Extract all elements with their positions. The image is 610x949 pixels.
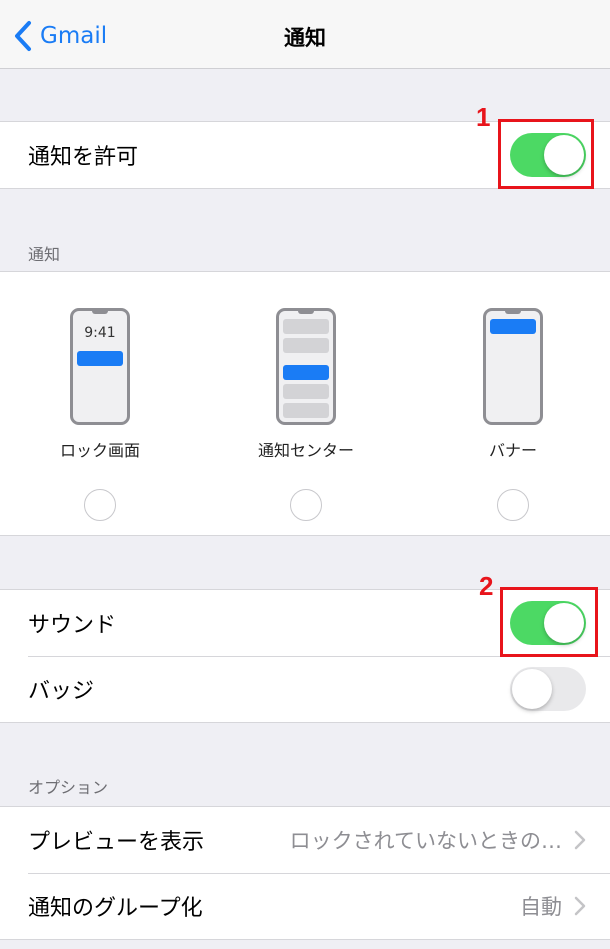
notification-bar [283, 338, 329, 353]
allow-notifications-row: 通知を許可 [0, 122, 610, 188]
show-previews-value: ロックされていないときの… [289, 829, 562, 853]
sound-row: サウンド [0, 590, 610, 656]
notification-center-radio[interactable] [290, 489, 322, 521]
allow-notifications-label: 通知を許可 [28, 145, 139, 170]
badge-label: バッジ [28, 679, 95, 704]
notification-bar [283, 403, 329, 418]
lock-screen-label: ロック画面 [59, 441, 140, 460]
notification-bar [283, 365, 329, 380]
phone-notch [92, 310, 108, 314]
banner-label: バナー [488, 441, 537, 460]
chevron-right-icon [574, 830, 586, 850]
notification-bar [283, 384, 329, 399]
banner-phone-icon [483, 308, 543, 425]
toggle-knob [512, 669, 552, 709]
sound-badge-group: サウンド バッジ [0, 589, 610, 723]
notification-grouping-row[interactable]: 通知のグループ化 自動 [0, 873, 610, 939]
notification-grouping-value: 自動 [520, 895, 562, 919]
banner-option[interactable]: バナー [428, 308, 598, 521]
allow-notifications-toggle[interactable] [510, 133, 586, 177]
notification-bar [490, 319, 536, 334]
notification-bar [283, 319, 329, 334]
notification-center-phone-icon [276, 308, 336, 425]
badge-row: バッジ [0, 656, 610, 722]
sound-toggle[interactable] [510, 601, 586, 645]
page-title: 通知 [284, 26, 326, 50]
show-previews-row[interactable]: プレビューを表示 ロックされていないときの… [0, 807, 610, 873]
notifications-section-header: 通知 [28, 245, 61, 264]
lock-screen-phone-icon: 9:41 [70, 308, 130, 425]
toggle-knob [544, 135, 584, 175]
lock-screen-radio[interactable] [84, 489, 116, 521]
notification-center-label: 通知センター [257, 441, 354, 460]
phone-notch [298, 310, 314, 314]
lock-screen-time: 9:41 [84, 325, 116, 341]
notification-bar [77, 351, 123, 366]
notification-center-option[interactable]: 通知センター [221, 308, 391, 521]
annotation-number-1: 1 [476, 102, 491, 132]
phone-notch [505, 310, 521, 314]
alert-styles-group: 9:41 ロック画面 通知センター バナー [0, 271, 610, 536]
chevron-right-icon [574, 896, 586, 916]
allow-notifications-group: 通知を許可 [0, 121, 610, 189]
annotation-number-2: 2 [479, 571, 494, 601]
options-section-header: オプション [28, 778, 109, 797]
sound-label: サウンド [28, 613, 117, 638]
show-previews-label: プレビューを表示 [28, 830, 205, 855]
toggle-knob [544, 603, 584, 643]
navigation-bar: Gmail 通知 [0, 0, 610, 69]
notification-grouping-label: 通知のグループ化 [28, 896, 203, 921]
banner-radio[interactable] [497, 489, 529, 521]
lock-screen-option[interactable]: 9:41 ロック画面 [15, 308, 185, 521]
options-group: プレビューを表示 ロックされていないときの… 通知のグループ化 自動 [0, 806, 610, 940]
badge-toggle[interactable] [510, 667, 586, 711]
